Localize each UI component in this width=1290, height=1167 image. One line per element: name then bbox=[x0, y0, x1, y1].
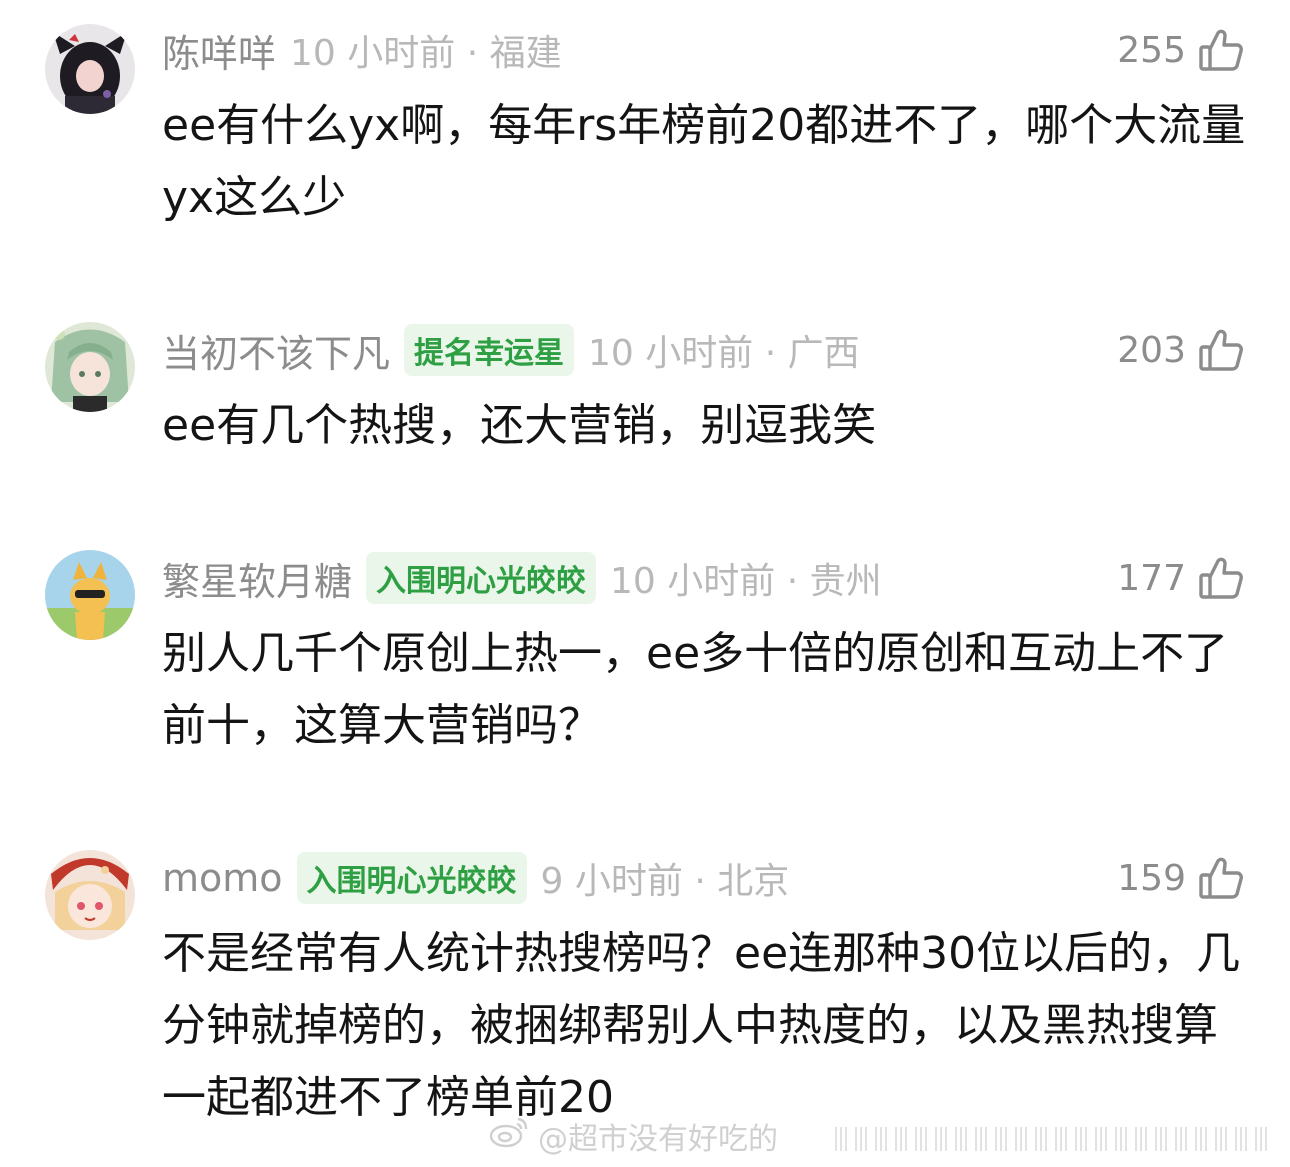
weibo-logo-icon bbox=[488, 1115, 530, 1157]
comment-text: 不是经常有人统计热搜榜吗？ee连那种30位以后的，几分钟就掉榜的，被捆绑帮别人中… bbox=[162, 928, 1241, 1123]
like-button[interactable]: 203 bbox=[1117, 322, 1244, 378]
comment-meta: 10 小时前 · 贵州 bbox=[610, 561, 882, 602]
thumbs-up-icon[interactable] bbox=[1198, 855, 1244, 901]
thumbs-up-icon[interactable] bbox=[1198, 27, 1244, 73]
user-badge[interactable]: 提名幸运星 bbox=[404, 324, 575, 376]
comment-meta: 10 小时前 · 福建 bbox=[290, 33, 562, 74]
comment-meta: 10 小时前 · 广西 bbox=[588, 333, 860, 374]
comment-header: 陈咩咩 10 小时前 · 福建 bbox=[162, 22, 562, 78]
avatar[interactable] bbox=[45, 322, 135, 412]
username[interactable]: 陈咩咩 bbox=[162, 23, 276, 78]
thumbs-up-icon[interactable] bbox=[1198, 555, 1244, 601]
watermark: @超市没有好吃的 bbox=[488, 1114, 778, 1158]
like-count: 255 bbox=[1117, 29, 1186, 71]
user-badge[interactable]: 入围明心光皎皎 bbox=[296, 852, 527, 904]
like-count: 177 bbox=[1117, 557, 1186, 599]
comment-text: 别人几千个原创上热一，ee多十倍的原创和互动上不了前十，这算大营销吗？ bbox=[162, 628, 1229, 751]
avatar[interactable] bbox=[45, 850, 135, 940]
like-button[interactable]: 177 bbox=[1117, 550, 1244, 606]
comment-header: 当初不该下凡 提名幸运星 10 小时前 · 广西 bbox=[162, 322, 860, 378]
like-button[interactable]: 255 bbox=[1117, 22, 1244, 78]
comment-text: ee有什么yx啊，每年rs年榜前20都进不了，哪个大流量yx这么少 bbox=[162, 100, 1246, 223]
like-count: 203 bbox=[1117, 329, 1186, 371]
watermark-text: @超市没有好吃的 bbox=[538, 1122, 778, 1157]
username[interactable]: 当初不该下凡 bbox=[162, 323, 390, 378]
user-badge[interactable]: 入围明心光皎皎 bbox=[366, 552, 597, 604]
thumbs-up-icon[interactable] bbox=[1198, 327, 1244, 373]
comment-text: ee有几个热搜，还大营销，别逗我笑 bbox=[162, 400, 877, 451]
image-edge-pattern bbox=[835, 1125, 1285, 1153]
comment-header: momo 入围明心光皎皎 9 小时前 · 北京 bbox=[162, 850, 789, 906]
comment-meta: 9 小时前 · 北京 bbox=[540, 861, 790, 902]
avatar[interactable] bbox=[45, 24, 135, 114]
like-button[interactable]: 159 bbox=[1117, 850, 1244, 906]
username[interactable]: 繁星软月糖 bbox=[162, 551, 352, 606]
like-count: 159 bbox=[1117, 857, 1186, 899]
comment-header: 繁星软月糖 入围明心光皎皎 10 小时前 · 贵州 bbox=[162, 550, 882, 606]
username[interactable]: momo bbox=[162, 856, 283, 900]
avatar[interactable] bbox=[45, 550, 135, 640]
